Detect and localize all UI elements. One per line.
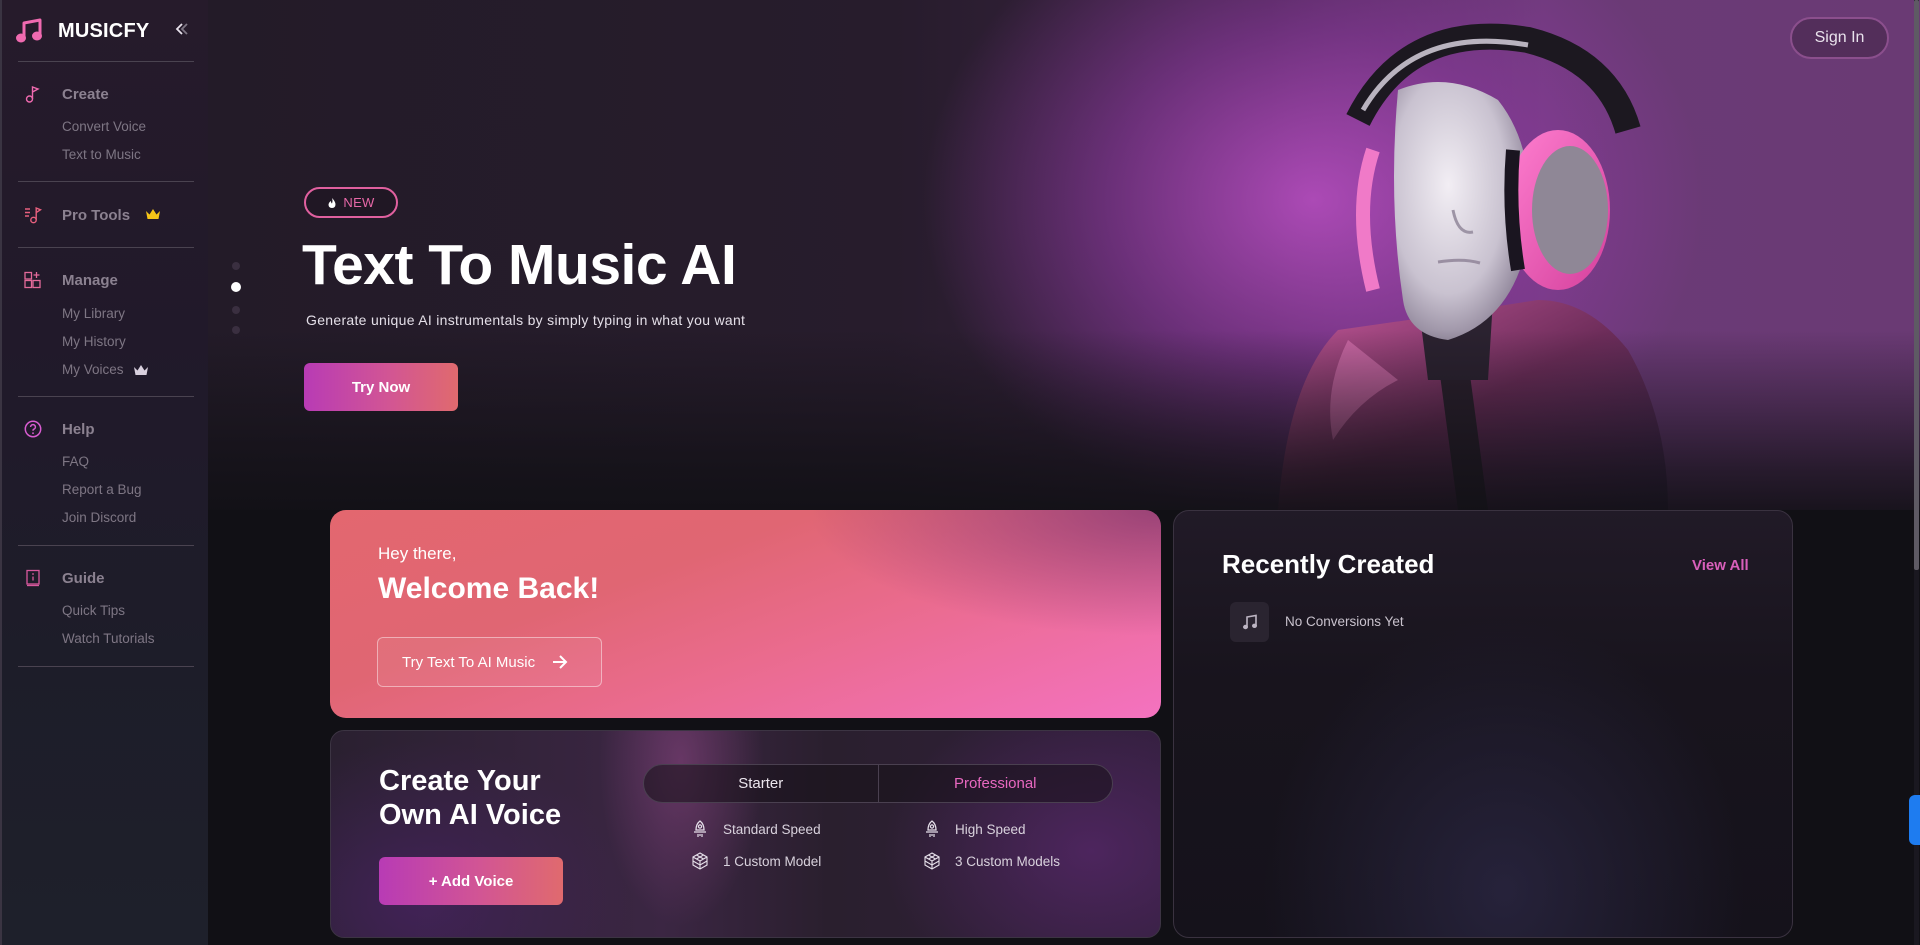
sidebar-section-create[interactable]: Create — [24, 83, 109, 105]
brand-logo[interactable]: MUSICFY — [16, 16, 196, 46]
recently-created-panel: Recently Created View All No Conversions… — [1173, 510, 1793, 938]
hero-subtitle: Generate unique AI instrumentals by simp… — [306, 312, 746, 328]
try-text-to-ai-music-button[interactable]: Try Text To AI Music — [377, 637, 602, 687]
crown-icon — [133, 364, 148, 375]
sidebar-divider — [18, 666, 194, 667]
try-now-button[interactable]: Try Now — [304, 363, 458, 411]
flame-icon — [328, 197, 336, 208]
feature-high-speed: High Speed — [923, 820, 1026, 838]
welcome-greeting: Hey there, — [378, 544, 457, 563]
add-voice-button[interactable]: + Add Voice — [379, 857, 563, 905]
rocket-icon — [694, 820, 706, 837]
slide-indicator — [231, 262, 242, 342]
sidebar-item-faq[interactable]: FAQ — [62, 454, 89, 469]
music-note-logo-icon — [16, 18, 42, 43]
slide-dot-2-active[interactable] — [231, 282, 241, 292]
new-badge-label: NEW — [343, 195, 375, 210]
sidebar-section-title: Manage — [62, 271, 118, 289]
feature-label: High Speed — [955, 821, 1026, 837]
new-badge: NEW — [304, 187, 398, 218]
sidebar-item-quick-tips[interactable]: Quick Tips — [62, 603, 125, 618]
welcome-title: Welcome Back! — [378, 572, 600, 605]
page-scrollbar-thumb[interactable] — [1914, 0, 1919, 570]
sidebar-divider — [18, 181, 194, 182]
sidebar-section-manage[interactable]: Manage — [24, 269, 118, 291]
sidebar-item-label: My Voices — [62, 362, 124, 377]
sidebar-section-title: Help — [62, 420, 95, 438]
feature-1-custom-model: 1 Custom Model — [691, 852, 821, 870]
sidebar-item-my-voices[interactable]: My Voices — [62, 362, 149, 377]
slide-dot-4[interactable] — [232, 326, 240, 334]
sidebar-section-title: Guide — [62, 569, 105, 587]
create-voice-title-line1: Create Your — [379, 765, 541, 797]
music-note-icon — [24, 85, 42, 103]
sidebar-item-text-to-music[interactable]: Text to Music — [62, 147, 141, 162]
feature-label: 1 Custom Model — [723, 853, 822, 869]
feature-standard-speed: Standard Speed — [691, 820, 821, 838]
hero-fade-overlay — [208, 330, 1920, 530]
sidebar-section-title: Create — [62, 85, 109, 103]
sign-in-button[interactable]: Sign In — [1790, 17, 1889, 59]
sidebar-section-title: Pro Tools — [62, 206, 131, 224]
rocket-icon — [926, 820, 938, 837]
welcome-card: Hey there, Welcome Back! Try Text To AI … — [330, 510, 1161, 718]
create-voice-title: Create Your Own AI Voice — [379, 764, 599, 832]
sidebar-divider — [18, 396, 194, 397]
grid-add-icon — [24, 271, 42, 289]
collapse-sidebar-button[interactable] — [172, 18, 192, 40]
tab-professional[interactable]: Professional — [879, 765, 1113, 802]
plan-toggle: Starter Professional — [643, 764, 1113, 803]
sidebar-item-convert-voice[interactable]: Convert Voice — [62, 119, 146, 134]
sidebar-divider — [18, 61, 194, 62]
brand-name: MUSICFY — [58, 19, 150, 42]
sidebar-section-guide[interactable]: Guide — [24, 567, 105, 589]
sidebar-divider — [18, 247, 194, 248]
feature-label: Standard Speed — [723, 821, 821, 837]
empty-state-text: No Conversions Yet — [1285, 614, 1404, 629]
main-content: NEW Text To Music AI Generate unique AI … — [208, 0, 1920, 945]
recently-created-title: Recently Created — [1222, 549, 1435, 579]
tab-starter[interactable]: Starter — [644, 765, 879, 802]
empty-state-icon-box — [1230, 602, 1269, 642]
create-voice-card: Create Your Own AI Voice + Add Voice Sta… — [330, 730, 1161, 938]
sidebar-item-my-history[interactable]: My History — [62, 334, 126, 349]
sidebar-divider — [18, 545, 194, 546]
view-all-link[interactable]: View All — [1692, 557, 1749, 574]
sidebar-item-report-a-bug[interactable]: Report a Bug — [62, 482, 142, 497]
slide-dot-1[interactable] — [232, 262, 240, 270]
sidebar-item-my-library[interactable]: My Library — [62, 306, 125, 321]
feature-label: 3 Custom Models — [955, 853, 1061, 869]
button-label: Try Text To AI Music — [402, 653, 536, 671]
question-circle-icon — [24, 420, 42, 438]
sidebar-item-watch-tutorials[interactable]: Watch Tutorials — [62, 631, 155, 646]
crown-icon — [146, 209, 160, 219]
arrow-right-icon — [553, 655, 568, 669]
sidebar-item-join-discord[interactable]: Join Discord — [62, 510, 136, 525]
feature-3-custom-models: 3 Custom Models — [923, 852, 1060, 870]
cube-icon — [924, 852, 940, 870]
create-voice-title-line2: Own AI Voice — [379, 799, 562, 831]
sidebar-section-help[interactable]: Help — [24, 418, 95, 440]
playlist-music-icon — [24, 206, 42, 224]
sidebar-section-pro-tools[interactable]: Pro Tools — [24, 204, 160, 226]
cube-icon — [692, 852, 708, 870]
hero-title: Text To Music AI — [302, 233, 737, 297]
music-note-icon — [1242, 614, 1257, 630]
floating-side-tab[interactable] — [1909, 795, 1920, 845]
slide-dot-3[interactable] — [232, 306, 240, 314]
hero-banner: NEW Text To Music AI Generate unique AI … — [208, 0, 1920, 530]
chevrons-left-icon — [175, 23, 188, 35]
info-book-icon — [24, 569, 42, 587]
sidebar: MUSICFY Create Convert Voice Text to Mus… — [0, 0, 208, 945]
